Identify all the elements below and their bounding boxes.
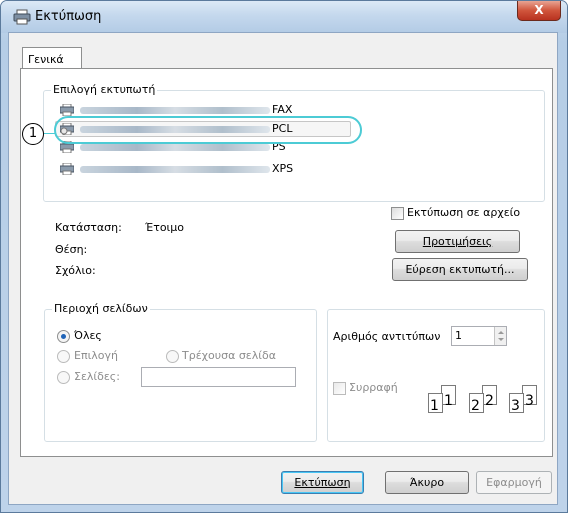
location-label: Θέση: bbox=[55, 243, 88, 256]
print-button[interactable]: Εκτύπωση bbox=[281, 471, 364, 494]
cancel-button[interactable]: Άκυρο bbox=[385, 471, 469, 494]
tab-general[interactable]: Γενικά bbox=[22, 47, 82, 69]
radio-current-page[interactable] bbox=[166, 350, 179, 363]
printer-model-blurred bbox=[80, 144, 270, 151]
print-button-label: Εκτύπωση bbox=[294, 476, 351, 489]
current-page-label: Τρέχουσα σελίδα bbox=[182, 349, 276, 362]
find-printer-button-label: Εύρεση εκτυπωτή... bbox=[405, 263, 515, 276]
printer-icon bbox=[13, 9, 31, 25]
collate-label: Συρραφή bbox=[349, 381, 398, 394]
collate-page-number: 1 bbox=[444, 393, 453, 409]
status-value: Έτοιμο bbox=[145, 221, 185, 234]
cancel-button-label: Άκυρο bbox=[409, 476, 445, 489]
apply-button[interactable]: Εφαρμογή bbox=[476, 471, 552, 494]
printer-model-blurred bbox=[80, 166, 270, 173]
collate-checkbox[interactable] bbox=[333, 382, 346, 395]
spinner-arrows-icon bbox=[498, 331, 504, 341]
selection-label: Επιλογή bbox=[74, 349, 119, 362]
all-pages-label: Όλες bbox=[74, 329, 102, 342]
window-title: Εκτύπωση bbox=[35, 9, 102, 24]
title-bar[interactable]: Εκτύπωση X bbox=[1, 1, 567, 33]
copies-group bbox=[327, 309, 545, 442]
printer-suffix: FAX bbox=[272, 103, 293, 116]
print-to-file-checkbox[interactable] bbox=[391, 207, 404, 220]
callout-connector bbox=[44, 133, 56, 134]
radio-pages[interactable] bbox=[57, 371, 70, 384]
printer-model-blurred bbox=[80, 107, 270, 114]
comment-label: Σχόλιο: bbox=[55, 264, 96, 277]
apply-button-label: Εφαρμογή bbox=[486, 476, 542, 489]
pages-label: Σελίδες: bbox=[74, 370, 120, 383]
radio-all-pages[interactable] bbox=[57, 330, 70, 343]
collate-page-number: 3 bbox=[525, 393, 534, 409]
collate-page-number: 2 bbox=[485, 393, 494, 409]
radio-selection[interactable] bbox=[57, 350, 70, 363]
printer-selection-title: Επιλογή εκτυπωτή bbox=[51, 83, 158, 96]
printer-suffix: XPS bbox=[272, 162, 294, 175]
collate-page-number: 3 bbox=[511, 398, 520, 414]
copies-spinner[interactable] bbox=[494, 327, 506, 345]
preferences-button-label: Προτιμήσεις bbox=[422, 235, 493, 248]
callout-number-badge: 1 bbox=[22, 123, 44, 145]
close-button[interactable]: X bbox=[517, 1, 561, 21]
preferences-button[interactable]: Προτιμήσεις bbox=[395, 230, 520, 253]
collate-page-number: 1 bbox=[430, 398, 439, 414]
pages-input[interactable] bbox=[141, 367, 296, 387]
callout-highlight-oval bbox=[54, 116, 362, 144]
status-label: Κατάσταση: bbox=[55, 221, 122, 234]
copies-label: Αριθμός αντιτύπων bbox=[333, 330, 441, 343]
printer-icon bbox=[60, 104, 74, 116]
printer-icon bbox=[60, 163, 74, 175]
collate-page-number: 2 bbox=[471, 398, 480, 414]
page-range-title: Περιοχή σελίδων bbox=[52, 302, 150, 315]
find-printer-button[interactable]: Εύρεση εκτυπωτή... bbox=[392, 258, 528, 281]
copies-value: 1 bbox=[455, 329, 462, 342]
print-to-file-label[interactable]: Εκτύπωση σε αρχείο bbox=[407, 206, 520, 219]
